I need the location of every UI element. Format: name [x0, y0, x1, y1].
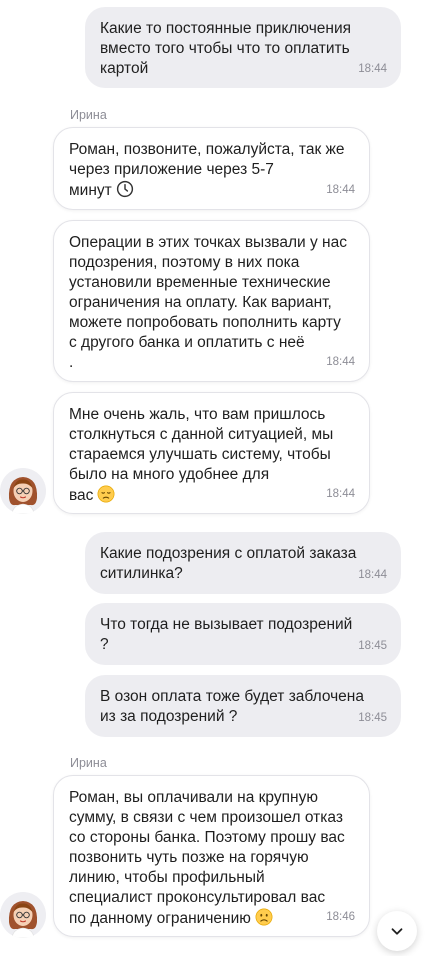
sender-name: Ирина	[70, 108, 107, 122]
disappointed-face-emoji	[97, 485, 115, 503]
outgoing-message[interactable]: В озон оплата тоже будет заблочена из за…	[85, 675, 401, 737]
message-text: Мне очень жаль, что вам пришлось столкну…	[69, 406, 334, 504]
frowning-face-emoji	[255, 908, 273, 926]
chat-thread: Какие то постоянные приключения вместо т…	[0, 0, 428, 956]
incoming-message[interactable]: Роман, вы оплачивали на крупную сумму, в…	[53, 775, 370, 937]
scroll-down-button[interactable]	[377, 911, 417, 951]
message-time: 18:45	[358, 640, 387, 652]
message-time: 18:44	[326, 184, 355, 196]
message-text: В озон оплата тоже будет заблочена из за…	[100, 688, 364, 725]
outgoing-message[interactable]: Какие подозрения с оплатой заказа ситили…	[85, 532, 401, 594]
message-text: Что тогда не вызывает подозрений ?	[100, 616, 353, 653]
message-time: 18:44	[358, 569, 387, 581]
message-time: 18:44	[358, 63, 387, 75]
outgoing-message[interactable]: Что тогда не вызывает подозрений ? 18:45	[85, 603, 401, 665]
message-text: Операции в этих точках вызвали у нас под…	[69, 234, 347, 371]
message-text: Какие подозрения с оплатой заказа ситили…	[100, 545, 357, 582]
incoming-message[interactable]: Операции в этих точках вызвали у нас под…	[53, 220, 370, 382]
message-time: 18:46	[326, 911, 355, 923]
message-text: Роман, вы оплачивали на крупную сумму, в…	[69, 789, 345, 927]
incoming-message[interactable]: Мне очень жаль, что вам пришлось столкну…	[53, 392, 370, 514]
operator-avatar	[0, 468, 46, 514]
sender-name: Ирина	[70, 756, 107, 770]
clock-icon	[116, 180, 133, 198]
message-time: 18:44	[326, 488, 355, 500]
message-time: 18:45	[358, 712, 387, 724]
incoming-message[interactable]: Роман, позвоните, пожалуйста, так же чер…	[53, 127, 370, 210]
operator-avatar	[0, 892, 46, 938]
message-text: Какие то постоянные приключения вместо т…	[100, 20, 352, 77]
outgoing-message[interactable]: Какие то постоянные приключения вместо т…	[85, 7, 401, 88]
message-time: 18:44	[326, 356, 355, 368]
message-text: Роман, позвоните, пожалуйста, так же чер…	[69, 141, 345, 199]
chevron-down-icon	[391, 928, 403, 935]
